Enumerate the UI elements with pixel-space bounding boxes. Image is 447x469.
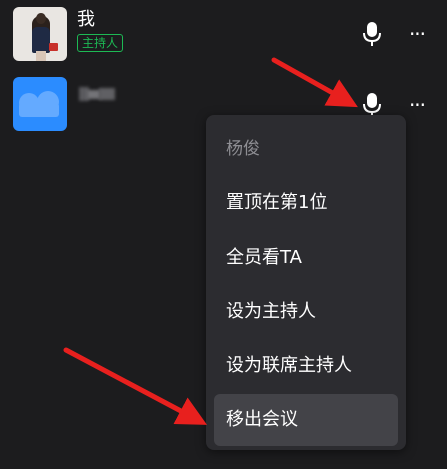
more-icon[interactable]: ···	[403, 91, 431, 119]
participant-name-blurred	[79, 87, 115, 101]
annotation-arrow-remove	[63, 347, 208, 425]
participant-name: 我	[77, 9, 95, 30]
avatar	[13, 7, 67, 61]
more-icon[interactable]: ···	[403, 20, 431, 48]
menu-header-name: 杨俊	[226, 139, 260, 159]
participant-row-me[interactable]: 我 主持人 ···	[0, 5, 447, 65]
menu-item-make-host[interactable]: 设为主持人	[214, 286, 398, 338]
participant-context-menu: 杨俊 置顶在第1位 全员看TA 设为主持人 设为联席主持人 移出会议	[206, 115, 406, 450]
menu-item-pin-first[interactable]: 置顶在第1位	[214, 177, 398, 229]
menu-item-spotlight[interactable]: 全员看TA	[214, 232, 398, 284]
avatar	[13, 77, 67, 131]
participant-panel: 我 主持人 ··· ··· 杨俊 置顶在第1位 全员看TA 设为主持人 设为联席…	[0, 0, 447, 469]
microphone-icon[interactable]	[360, 20, 384, 48]
menu-item-make-cohost[interactable]: 设为联席主持人	[214, 340, 398, 392]
host-badge: 主持人	[77, 34, 124, 52]
menu-item-remove-from-meeting[interactable]: 移出会议	[214, 394, 398, 446]
